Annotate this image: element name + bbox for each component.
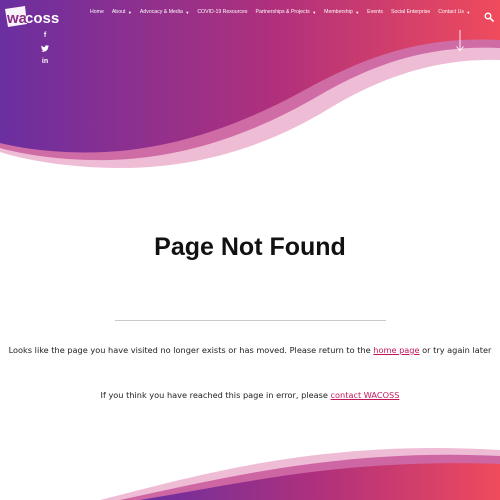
nav-item-covid-resources[interactable]: COVID-19 Resources <box>197 9 247 15</box>
logo-text-coss: coss <box>25 10 59 27</box>
home-page-link[interactable]: home page <box>373 345 419 355</box>
nav-label: Events <box>367 9 384 15</box>
nav-item-about[interactable]: About ▼ <box>112 9 132 15</box>
nav-item-advocacy-media[interactable]: Advocacy & Media ▼ <box>140 9 189 15</box>
message-text: Looks like the page you have visited no … <box>8 345 374 355</box>
chevron-down-icon: ▼ <box>127 9 132 15</box>
divider <box>115 320 386 321</box>
nav-label: Home <box>90 9 104 15</box>
chevron-down-icon: ▼ <box>185 9 190 15</box>
hero-banner <box>0 0 500 180</box>
nav-item-membership[interactable]: Membership ▼ <box>324 9 359 15</box>
arrow-down-icon[interactable] <box>455 29 465 53</box>
nav-label: Social Enterprise <box>391 9 431 15</box>
footer-wave <box>0 440 500 500</box>
chevron-down-icon: ▼ <box>466 9 471 15</box>
chevron-down-icon: ▼ <box>355 9 360 15</box>
main-nav: Home About ▼ Advocacy & Media ▼ COVID-19 R… <box>90 9 478 15</box>
search-icon[interactable] <box>484 7 494 22</box>
not-found-message: Looks like the page you have visited no … <box>0 345 500 355</box>
nav-item-partnerships-projects[interactable]: Partnerships & Projects ▼ <box>255 9 316 15</box>
page-title: Page Not Found <box>154 233 346 261</box>
nav-item-social-enterprise[interactable]: Social Enterprise <box>391 9 430 15</box>
message-text: or try again later <box>419 345 492 355</box>
nav-label: Advocacy & Media <box>139 9 183 15</box>
twitter-icon[interactable] <box>39 42 51 55</box>
error-contact-message: If you think you have reached this page … <box>0 390 500 400</box>
nav-label: About <box>111 9 126 15</box>
nav-label: Membership <box>324 9 353 15</box>
nav-label: Contact Us <box>438 9 464 15</box>
social-links: f in <box>39 29 51 68</box>
nav-item-home[interactable]: Home <box>90 9 104 15</box>
nav-item-contact-us[interactable]: Contact Us ▼ <box>438 9 470 15</box>
linkedin-icon[interactable]: in <box>39 55 51 68</box>
message-text: If you think you have reached this page … <box>100 390 331 400</box>
facebook-icon[interactable]: f <box>39 29 51 42</box>
nav-label: Partnerships & Projects <box>255 9 310 15</box>
nav-label: COVID-19 Resources <box>197 9 248 15</box>
chevron-down-icon: ▼ <box>312 9 317 15</box>
contact-wacoss-link[interactable]: contact WACOSS <box>331 390 400 400</box>
wacoss-logo[interactable]: wa coss <box>3 4 61 30</box>
nav-item-events[interactable]: Events <box>367 9 383 15</box>
